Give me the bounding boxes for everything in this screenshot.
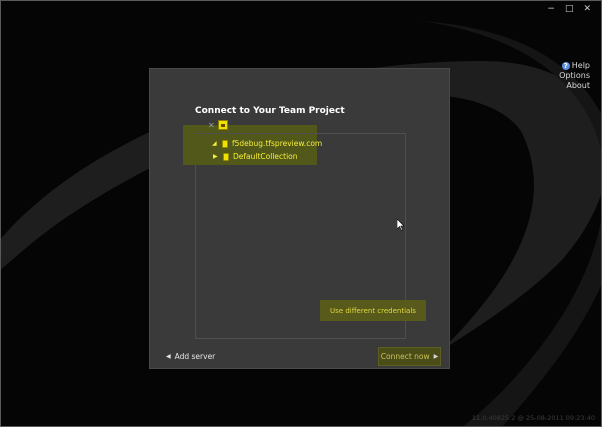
use-different-credentials-button[interactable]: Use different credentials — [320, 300, 426, 321]
remove-server-icon[interactable]: ✕ — [208, 121, 215, 130]
options-link[interactable]: Options — [559, 71, 590, 81]
connect-now-label: Connect now — [380, 352, 430, 361]
about-link[interactable]: About — [559, 81, 590, 91]
minimize-icon[interactable]: − — [547, 5, 555, 14]
add-server-button[interactable]: ◀ Add server — [166, 352, 215, 361]
collection-label: DefaultCollection — [233, 152, 298, 161]
tree-toolbar: ✕ — [208, 120, 228, 130]
back-arrow-icon: ◀ — [166, 353, 171, 360]
tree-node-server[interactable]: ◢ f5debug.tfspreview.com — [212, 139, 322, 148]
expand-icon[interactable]: ◢ — [212, 140, 218, 147]
help-link[interactable]: ? Help — [559, 61, 590, 71]
collection-icon — [223, 152, 229, 161]
help-label: Help — [571, 61, 590, 70]
mouse-cursor-icon — [397, 219, 405, 231]
top-links: ? Help Options About — [559, 61, 590, 91]
server-add-icon[interactable] — [217, 120, 228, 130]
window-controls: − □ ✕ — [547, 5, 591, 14]
tree-node-collection[interactable]: ▶ DefaultCollection — [213, 152, 298, 161]
connect-now-button[interactable]: Connect now ▶ — [378, 347, 441, 366]
app-window: − □ ✕ ? Help Options About Connect to Yo… — [0, 0, 602, 427]
add-server-label: Add server — [174, 352, 216, 361]
help-icon: ? — [561, 62, 570, 70]
restore-icon[interactable]: □ — [565, 5, 574, 14]
panel-title: Connect to Your Team Project — [195, 106, 345, 116]
version-stamp: 11.0.40825.2 @ 25-08-2011 09:23:40 — [471, 414, 595, 422]
server-icon — [222, 139, 228, 148]
server-label: f5debug.tfspreview.com — [232, 139, 323, 148]
play-arrow-icon: ▶ — [433, 353, 439, 360]
collapse-icon[interactable]: ▶ — [213, 153, 219, 160]
close-icon[interactable]: ✕ — [583, 5, 591, 14]
